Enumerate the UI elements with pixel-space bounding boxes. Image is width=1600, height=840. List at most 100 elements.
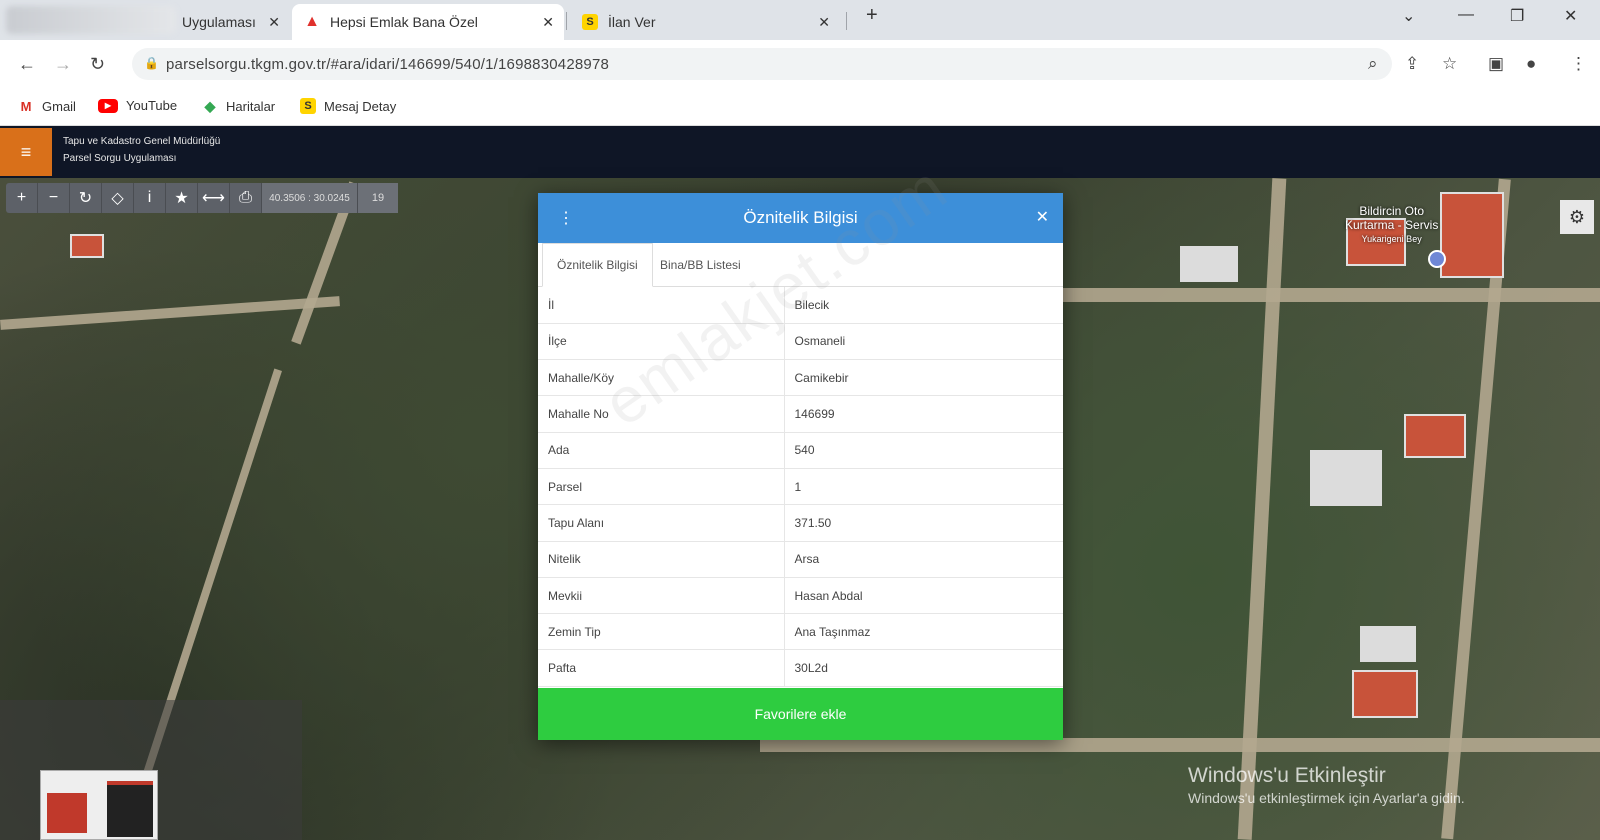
side-panel-icon[interactable]: ▣: [1488, 54, 1504, 74]
locate-icon[interactable]: ◇: [102, 183, 134, 213]
map-poi-label[interactable]: Bildircin Oto Kurtarma - Servis Yukarige…: [1345, 204, 1438, 246]
attr-key: Zemin Tip: [538, 613, 785, 651]
poi-label-line: Kurtarma - Servis: [1345, 218, 1439, 232]
measure-icon[interactable]: ⟷: [198, 183, 230, 213]
close-icon[interactable]: ✕: [542, 14, 554, 31]
attr-value: Hasan Abdal: [784, 577, 1063, 615]
table-row: Pafta 30L2d: [538, 649, 1063, 687]
thumbnail-graphic: [47, 793, 87, 833]
attr-value: 30L2d: [784, 649, 1063, 687]
sahibinden-logo-icon: S: [300, 98, 316, 114]
tab-uygulamasi[interactable]: Uygulaması ✕: [170, 4, 290, 40]
bookmark-star-icon[interactable]: ☆: [1442, 54, 1457, 74]
hamburger-menu-button[interactable]: ≡: [0, 128, 52, 176]
reload-icon[interactable]: ↻: [90, 54, 105, 75]
zoom-icon[interactable]: ⌕: [1368, 54, 1378, 74]
bookmark-haritalar[interactable]: ◆ Haritalar: [202, 97, 276, 114]
map-building: [1310, 450, 1382, 506]
tab-separator: [846, 12, 847, 30]
tab-label: İlan Ver: [608, 14, 656, 30]
close-icon[interactable]: ✕: [268, 14, 280, 31]
activation-subtitle: Windows'u etkinleştirmek için Ayarlar'a …: [1188, 790, 1465, 806]
bookmark-gmail[interactable]: M Gmail: [18, 98, 76, 114]
thumbnail-overlay: [0, 700, 302, 840]
tab-hepsiemlak[interactable]: ▲ Hepsi Emlak Bana Özel ✕: [292, 4, 564, 40]
zoom-out-icon[interactable]: −: [38, 183, 70, 213]
table-row: Parsel 1: [538, 468, 1063, 506]
attribute-table: İl Bilecik İlçe Osmaneli Mahalle/Köy Camike…: [538, 287, 1063, 687]
gmail-icon: M: [20, 98, 32, 114]
attr-value: Osmaneli: [784, 323, 1063, 361]
settings-gear-icon[interactable]: ⚙: [1560, 200, 1594, 234]
hepsiemlak-logo-icon: ▲: [304, 13, 320, 30]
maps-icon: ◆: [204, 97, 216, 114]
bookmarks-bar: M Gmail ▶ YouTube ◆ Haritalar S Mesaj De…: [0, 88, 1600, 126]
attr-key: Ada: [538, 432, 785, 469]
blurred-tab[interactable]: [6, 6, 176, 34]
tab-search-chevron-icon[interactable]: ⌄: [1402, 6, 1415, 26]
profile-icon[interactable]: ●: [1526, 54, 1536, 74]
map-building: [1360, 626, 1416, 662]
thumbnail-image: [40, 770, 158, 840]
new-tab-button[interactable]: +: [866, 4, 878, 27]
map-pin-icon[interactable]: [1428, 250, 1446, 268]
favorites-star-icon[interactable]: ★: [166, 183, 198, 213]
lock-icon[interactable]: 🔒: [144, 56, 159, 70]
map-toolbar: + − ↻ ◇ i ★ ⟷ ⎙ 40.3506 : 30.0245 19: [6, 183, 398, 213]
zoom-level: 19: [358, 183, 398, 213]
minimize-icon[interactable]: —: [1458, 6, 1474, 24]
attr-key: Nitelik: [538, 541, 785, 578]
back-icon[interactable]: ←: [18, 54, 36, 75]
windows-activation-notice: Windows'u Etkinleştir Windows'u etkinleş…: [1188, 764, 1465, 806]
tab-separator: [566, 12, 567, 30]
attr-value: Ana Taşınmaz: [784, 613, 1063, 651]
close-window-icon[interactable]: ✕: [1564, 6, 1577, 26]
attr-key: Pafta: [538, 649, 785, 687]
sahibinden-logo-icon: S: [582, 14, 598, 30]
tab-label: Uygulaması: [182, 14, 256, 30]
map-building: [1180, 246, 1238, 282]
map-road: [0, 296, 340, 330]
url-text[interactable]: parselsorgu.tkgm.gov.tr/#ara/idari/14669…: [166, 56, 609, 73]
table-row: Tapu Alanı 371.50: [538, 504, 1063, 542]
share-icon[interactable]: ⇪: [1405, 54, 1419, 74]
restore-icon[interactable]: ❐: [1510, 6, 1524, 26]
org-name: Tapu ve Kadastro Genel Müdürlüğü: [63, 136, 221, 147]
table-row: Ada 540: [538, 432, 1063, 469]
bookmark-youtube[interactable]: ▶ YouTube: [98, 98, 177, 113]
activation-title: Windows'u Etkinleştir: [1188, 764, 1386, 787]
attr-key: Mevkii: [538, 577, 785, 615]
print-icon[interactable]: ⎙: [230, 183, 262, 213]
attr-value: 146699: [784, 395, 1063, 433]
url-field[interactable]: 🔒 parselsorgu.tkgm.gov.tr/#ara/idari/146…: [132, 48, 1392, 80]
attr-key: Tapu Alanı: [538, 504, 785, 542]
poi-label-line: Yukarigeni Bey: [1361, 234, 1422, 244]
close-icon[interactable]: ✕: [1036, 207, 1049, 227]
coordinate-readout: 40.3506 : 30.0245: [262, 183, 358, 213]
zoom-in-icon[interactable]: +: [6, 183, 38, 213]
attr-value: Camikebir: [784, 359, 1063, 397]
table-row: Mevkii Hasan Abdal: [538, 577, 1063, 615]
tab-ilan-ver[interactable]: S İlan Ver ✕: [570, 4, 840, 40]
address-bar-row: ← → ↻ 🔒 parselsorgu.tkgm.gov.tr/#ara/ida…: [0, 40, 1600, 88]
map-building: [1352, 670, 1418, 718]
map-building: [1440, 192, 1504, 278]
thumbnail-graphic: [107, 781, 153, 837]
bookmark-label: Gmail: [42, 98, 76, 114]
tab-oznitelik-bilgisi[interactable]: Öznitelik Bilgisi: [542, 243, 653, 287]
info-icon[interactable]: i: [134, 183, 166, 213]
poi-label-line: Bildircin Oto: [1359, 204, 1425, 218]
attr-value: 1: [784, 468, 1063, 506]
youtube-icon: ▶: [98, 98, 118, 113]
browser-tab-bar: Uygulaması ✕ ▲ Hepsi Emlak Bana Özel ✕ S…: [0, 0, 1600, 40]
bookmark-label: Mesaj Detay: [324, 98, 397, 114]
more-menu-icon[interactable]: ⋮: [1570, 54, 1587, 74]
map-building: [1404, 414, 1466, 458]
bookmark-label: YouTube: [126, 98, 178, 113]
forward-icon[interactable]: →: [54, 54, 72, 75]
add-to-favorites-button[interactable]: Favorilere ekle: [538, 688, 1063, 740]
refresh-icon[interactable]: ↻: [70, 183, 102, 213]
bookmark-mesaj-detay[interactable]: S Mesaj Detay: [300, 98, 396, 114]
table-row: İlçe Osmaneli: [538, 323, 1063, 361]
close-icon[interactable]: ✕: [818, 14, 830, 31]
